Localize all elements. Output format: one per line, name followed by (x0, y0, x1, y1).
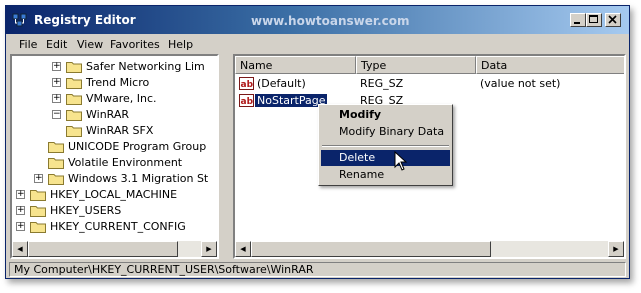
menu-favorites[interactable]: Favorites (110, 38, 160, 51)
tree-node[interactable]: + Safer Networking Lim (12, 59, 217, 75)
folder-icon (48, 174, 64, 185)
context-menu: Modify Modify Binary Data Delete Rename (318, 104, 453, 186)
value-name-cell: (Default) (257, 77, 306, 90)
folder-icon (30, 222, 46, 233)
tree-node[interactable]: + Windows 3.1 Migration St (12, 171, 217, 187)
tree-node-label: Trend Micro (86, 76, 150, 89)
expand-icon[interactable]: + (52, 62, 61, 71)
menu-item-label: Rename (339, 168, 385, 181)
scroll-left-button[interactable]: ◀ (235, 241, 251, 257)
folder-icon (66, 126, 82, 137)
maximize-button[interactable] (586, 13, 602, 27)
tree-node-label: WinRAR (86, 108, 130, 121)
maximize-icon (589, 15, 598, 23)
tree-node-label: UNICODE Program Group (68, 140, 207, 153)
tree-node-label: VMware, Inc. (86, 92, 157, 105)
tree-node[interactable]: UNICODE Program Group (12, 139, 217, 155)
tree-node-label: Volatile Environment (68, 156, 183, 169)
minimize-icon (574, 22, 580, 24)
tree-node[interactable]: − WinRAR (12, 107, 217, 123)
scroll-right-button[interactable]: ▶ (201, 241, 217, 257)
menu-help[interactable]: Help (168, 38, 193, 51)
expand-icon[interactable]: + (16, 222, 25, 231)
tree-node[interactable]: WinRAR SFX (12, 123, 217, 139)
tree-node[interactable]: + HKEY_USERS (12, 203, 217, 219)
tree-node[interactable]: + Trend Micro (12, 75, 217, 91)
tree-node[interactable]: + HKEY_CURRENT_CONFIG (12, 219, 217, 235)
tree-node-label: HKEY_USERS (50, 204, 122, 217)
folder-icon (48, 158, 64, 169)
column-header-type[interactable]: Type (356, 56, 476, 74)
value-row[interactable]: ab (Default) REG_SZ (value not set) (235, 76, 615, 92)
menu-separator (322, 145, 449, 147)
tree-node[interactable]: + HKEY_LOCAL_MACHINE (12, 187, 217, 203)
menu-item-label: Modify Binary Data (339, 125, 445, 138)
svg-text:ab: ab (241, 97, 254, 107)
menu-edit[interactable]: Edit (46, 38, 67, 51)
menu-file[interactable]: File (19, 38, 37, 51)
key-tree-pane[interactable]: + Safer Networking Lim + Trend Micro + VMware… (10, 54, 219, 259)
folder-icon (66, 62, 82, 73)
minimize-button[interactable] (570, 13, 586, 27)
tree-node-label: HKEY_LOCAL_MACHINE (50, 188, 178, 201)
tree-node-label: Safer Networking Lim (86, 60, 205, 73)
list-horizontal-scrollbar[interactable]: ◀ ▶ (235, 241, 624, 257)
folder-icon (66, 78, 82, 89)
expand-icon[interactable]: + (16, 190, 25, 199)
value-name-cell: NoStartPage (253, 93, 329, 108)
status-path: My Computer\HKEY_CURRENT_USER\Software\W… (14, 263, 314, 276)
collapse-icon[interactable]: − (52, 110, 61, 119)
window-title: Registry Editor (34, 13, 136, 27)
close-button[interactable] (605, 13, 621, 27)
menu-item-modify[interactable]: Modify (321, 107, 450, 123)
menu-bar: File Edit View Favorites Help (6, 35, 629, 55)
tree-node-label: HKEY_CURRENT_CONFIG (50, 220, 186, 233)
tree-scroll-thumb[interactable] (28, 241, 178, 257)
folder-icon (30, 190, 46, 201)
expand-icon[interactable]: + (52, 78, 61, 87)
menu-item-delete[interactable]: Delete (321, 150, 450, 166)
registry-editor-app-icon (12, 13, 27, 27)
tree-node[interactable]: Volatile Environment (12, 155, 217, 171)
expand-icon[interactable]: + (16, 206, 25, 215)
column-header-name[interactable]: Name (235, 56, 356, 74)
tree-node-label: Windows 3.1 Migration St (68, 172, 209, 185)
menu-item-rename[interactable]: Rename (321, 167, 450, 183)
string-value-icon: ab (239, 77, 254, 90)
menu-view[interactable]: View (77, 38, 103, 51)
column-header-data[interactable]: Data (476, 56, 624, 74)
menu-item-modify-binary-data[interactable]: Modify Binary Data (321, 124, 450, 140)
scroll-right-button[interactable]: ▶ (608, 241, 624, 257)
svg-text:ab: ab (241, 80, 254, 90)
list-scroll-thumb[interactable] (251, 241, 491, 257)
menu-item-label: Delete (339, 151, 376, 164)
folder-icon (48, 142, 64, 153)
string-value-icon: ab (239, 94, 254, 107)
close-icon (608, 15, 617, 24)
mouse-pointer-icon (394, 151, 408, 171)
status-bar: My Computer\HKEY_CURRENT_USER\Software\W… (9, 262, 626, 277)
scroll-left-button[interactable]: ◀ (12, 241, 28, 257)
tree-node-label: WinRAR SFX (86, 124, 154, 137)
folder-icon (66, 94, 82, 105)
expand-icon[interactable]: + (34, 174, 43, 183)
tree-node[interactable]: + VMware, Inc. (12, 91, 217, 107)
watermark-text: www.howtoanswer.com (251, 14, 410, 28)
folder-icon (30, 206, 46, 217)
tree-horizontal-scrollbar[interactable]: ◀ ▶ (12, 241, 217, 257)
expand-icon[interactable]: + (52, 94, 61, 103)
value-data-cell: (value not set) (480, 77, 561, 90)
value-type-cell: REG_SZ (360, 77, 404, 90)
menu-item-label: Modify (339, 108, 382, 121)
folder-icon (66, 110, 82, 121)
title-bar[interactable]: Registry Editor www.howtoanswer.com (6, 6, 629, 34)
